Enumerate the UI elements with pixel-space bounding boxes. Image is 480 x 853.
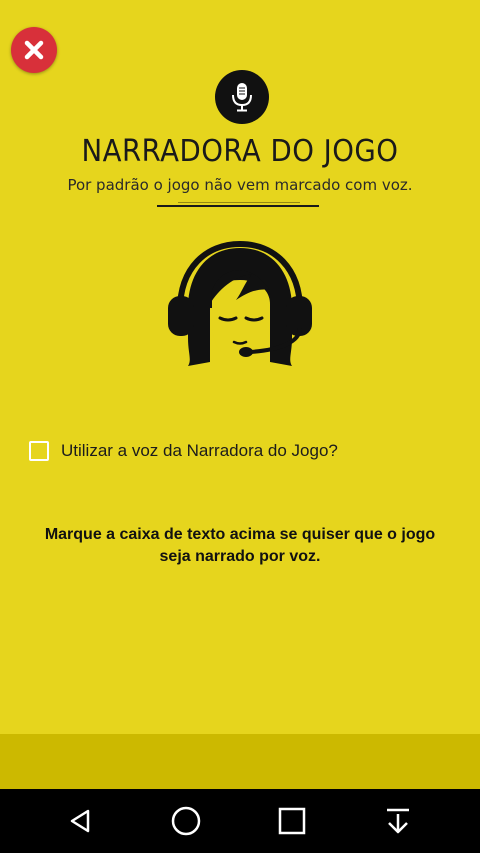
microphone-badge — [215, 70, 269, 124]
instruction-line-1: Marque a caixa de texto acima se quiser … — [44, 526, 436, 543]
close-x-icon — [24, 40, 44, 60]
system-navbar — [0, 789, 480, 853]
back-button[interactable] — [62, 803, 98, 839]
narrator-voice-option[interactable]: Utilizar a voz da Narradora do Jogo? — [29, 441, 338, 461]
recents-button[interactable] — [274, 803, 310, 839]
back-triangle-icon — [70, 809, 90, 833]
bottom-strip — [0, 734, 480, 789]
recents-square-icon — [278, 807, 306, 835]
title-divider — [157, 205, 319, 207]
narrator-voice-checkbox[interactable] — [29, 441, 49, 461]
instruction-line-2: seja narrado por voz. — [159, 548, 321, 565]
microphone-icon — [232, 83, 252, 112]
close-button[interactable] — [11, 27, 57, 73]
instruction-text: Marque a caixa de texto acima se quiser … — [16, 524, 464, 568]
narrator-headset-icon — [168, 240, 312, 374]
narrator-settings-screen: NARRADORA DO JOGO Por padrão o jogo não … — [0, 0, 480, 853]
home-circle-icon — [171, 806, 201, 836]
page-title: NARRADORA DO JOGO — [81, 134, 399, 169]
narrator-voice-label: Utilizar a voz da Narradora do Jogo? — [61, 441, 338, 460]
title-divider-light — [178, 202, 300, 203]
arrow-down-icon — [387, 808, 409, 834]
page-subtitle: Por padrão o jogo não vem marcado com vo… — [67, 176, 413, 194]
download-button[interactable] — [380, 803, 416, 839]
home-button[interactable] — [168, 803, 204, 839]
